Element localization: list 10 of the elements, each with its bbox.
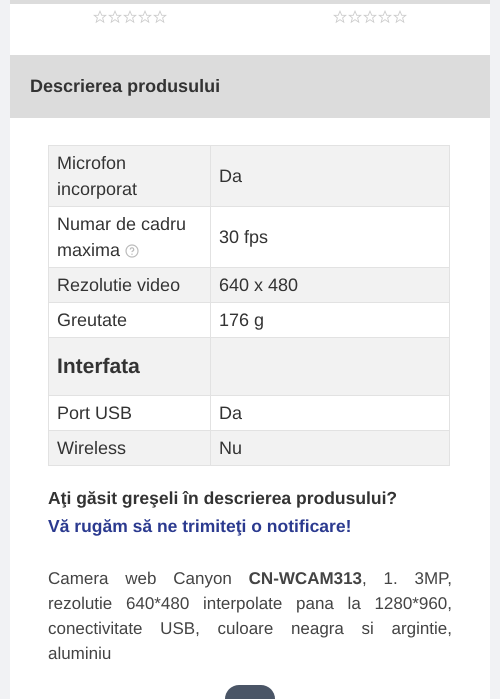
report-link[interactable]: Vă rugăm să ne trimiteţi o notificare! [48,516,352,536]
table-cell: Wireless [48,430,210,466]
product-description: Camera web Canyon CN-WCAM313, 1. 3MP, rezolutie 640*480 interpolate pana la 1280*960, conectivitate USB, culoare neagra si argintie, aluminiu [48,568,452,665]
table-cell: Da [210,146,450,206]
section-title: Descrierea produsului [30,76,220,97]
group-heading: Interfata [57,354,140,378]
table-cell: Microfon incorporat [48,146,210,206]
round-button[interactable] [225,685,275,699]
report-text: Aţi găsit greşeli în descrierea produsului? Vă rugăm să ne trimiteţi o notificare! [48,487,398,538]
table-cell: Nu [210,430,450,466]
